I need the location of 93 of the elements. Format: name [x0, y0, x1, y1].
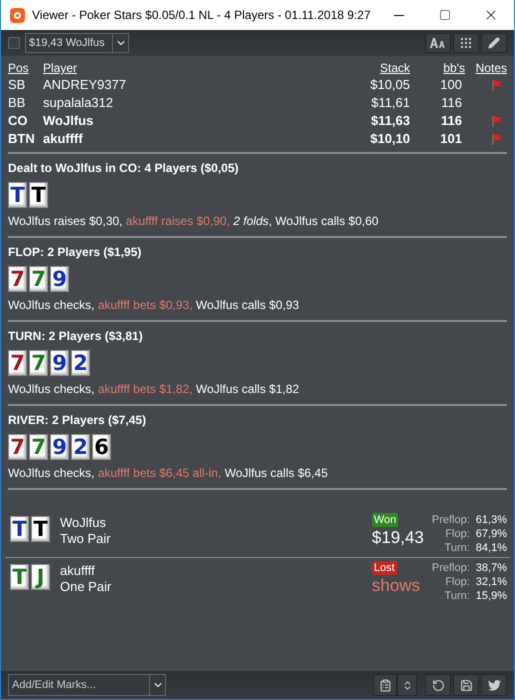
column-header[interactable]: Pos [8, 61, 29, 75]
equity-value: 67,9% [476, 527, 507, 541]
table-cell: supalala312 [43, 95, 114, 110]
edit-button[interactable] [481, 33, 507, 53]
app-logo-icon [10, 8, 25, 22]
column-header[interactable]: Notes [476, 61, 507, 75]
replay-icon [432, 678, 444, 692]
table-cell: BB [8, 95, 26, 110]
playing-card: 7 [29, 350, 48, 376]
street-heading: Dealt to WoJlfus in CO: 4 Players ($0,05) [8, 160, 240, 176]
action-line: WoJlfus raises $0,30, akuffff raises $0,90, 2 folds, WoJlfus calls $0,60 [8, 213, 380, 229]
replay-button[interactable] [425, 674, 451, 696]
playing-card: 7 [29, 266, 48, 292]
maximize-icon [439, 9, 451, 21]
playing-card: T [10, 564, 29, 590]
equity-label: Preflop: [432, 513, 470, 527]
table-cell: $10,05 [370, 77, 410, 92]
street-heading: FLOP: 2 Players ($1,95) [8, 244, 142, 260]
street-heading: RIVER: 2 Players ($7,45) [8, 412, 148, 428]
share-button[interactable] [481, 674, 507, 696]
table-cell-text: 100 [440, 77, 463, 92]
equity-value: 61,3% [476, 513, 507, 527]
hand-rank: One Pair [60, 579, 112, 595]
playing-card: T [8, 182, 27, 208]
marks-field[interactable]: Add/Edit Marks... [9, 676, 149, 694]
playing-card: 7 [29, 434, 48, 460]
playing-card: 7 [8, 350, 27, 376]
column-header[interactable]: Stack [380, 61, 410, 75]
playing-card: 6 [92, 434, 111, 460]
playing-card: 9 [50, 434, 69, 460]
bird-icon [488, 680, 500, 690]
table-cell: $10,10 [370, 131, 410, 146]
street-heading: TURN: 2 Players ($3,81) [8, 328, 144, 344]
minimize-icon [394, 14, 404, 16]
table-cell: akuffff [43, 131, 83, 146]
equity-label: Turn: [444, 589, 470, 603]
marks-select[interactable]: Add/Edit Marks... [8, 674, 166, 696]
flag-icon [491, 133, 503, 145]
table-cell: WoJlfus [43, 113, 94, 128]
flag-icon [491, 115, 503, 127]
table-cell: $11,63 [370, 113, 410, 128]
player-name: WoJlfus [60, 515, 107, 531]
equity-label: Turn: [444, 541, 470, 555]
hand-select[interactable]: $19,43 WoJlfus [25, 33, 129, 53]
playing-card: T [10, 516, 29, 542]
playing-card: 2 [71, 434, 90, 460]
table-cell: $11,61 [371, 95, 410, 110]
table-cell: BTN [8, 131, 35, 146]
save-button[interactable] [453, 674, 479, 696]
column-header[interactable]: bb's [443, 61, 465, 75]
notepad-icon [378, 678, 392, 692]
result-amount: $19,43 [372, 527, 424, 549]
playing-card: J [31, 564, 50, 590]
equity-value: 32,1% [476, 575, 507, 589]
pencil-icon [488, 37, 500, 49]
table-cell: ANDREY9377 [43, 77, 126, 92]
outcome-badge: Lost [372, 561, 397, 575]
playing-card: T [29, 182, 48, 208]
action-line: WoJlfus checks, akuffff bets $0,93, WoJlfus calls $0,93 [8, 297, 300, 313]
playing-card: 9 [50, 266, 69, 292]
flag-icon [491, 79, 503, 91]
table-cell-text: 101 [440, 131, 463, 146]
playing-card: T [31, 516, 50, 542]
sort-button[interactable] [397, 674, 417, 696]
equity-value: 38,7% [476, 561, 507, 575]
equity-value: 15,9% [476, 589, 507, 603]
grid-icon [461, 38, 471, 48]
table-cell-text: 116 [441, 113, 463, 128]
font-size-icon [430, 38, 446, 48]
playing-card: 2 [71, 350, 90, 376]
save-icon [460, 678, 472, 692]
playing-card: 7 [8, 266, 27, 292]
playing-card: 7 [8, 434, 27, 460]
window-title: Viewer - Poker Stars $0.05/0.1 NL - 4 Players - 01.11.2018 9:27 [32, 7, 372, 24]
equity-label: Flop: [444, 575, 470, 589]
playing-card: 9 [50, 350, 69, 376]
equity-label: Flop: [444, 527, 470, 541]
hand-rank: Two Pair [60, 531, 111, 547]
table-cell: CO [8, 113, 28, 128]
checkbox[interactable] [8, 37, 20, 49]
player-name: akuffff [60, 563, 96, 579]
notes-button[interactable] [373, 674, 397, 696]
font-size-button[interactable] [425, 33, 451, 53]
column-header[interactable]: Player [43, 61, 78, 75]
table-cell: SB [8, 77, 26, 92]
table-cell-text: 116 [441, 95, 463, 110]
equity-value: 84,1% [476, 541, 507, 555]
outcome-badge: Won [372, 513, 398, 527]
action-line: WoJlfus checks, akuffff bets $1,82, WoJlfus calls $1,82 [8, 381, 300, 397]
action-line: WoJlfus checks, akuffff bets $6,45 all-in, WoJlfus calls $6,45 [8, 465, 329, 481]
result-amount: shows [372, 575, 420, 597]
equity-label: Preflop: [432, 561, 470, 575]
grid-button[interactable] [453, 33, 479, 53]
